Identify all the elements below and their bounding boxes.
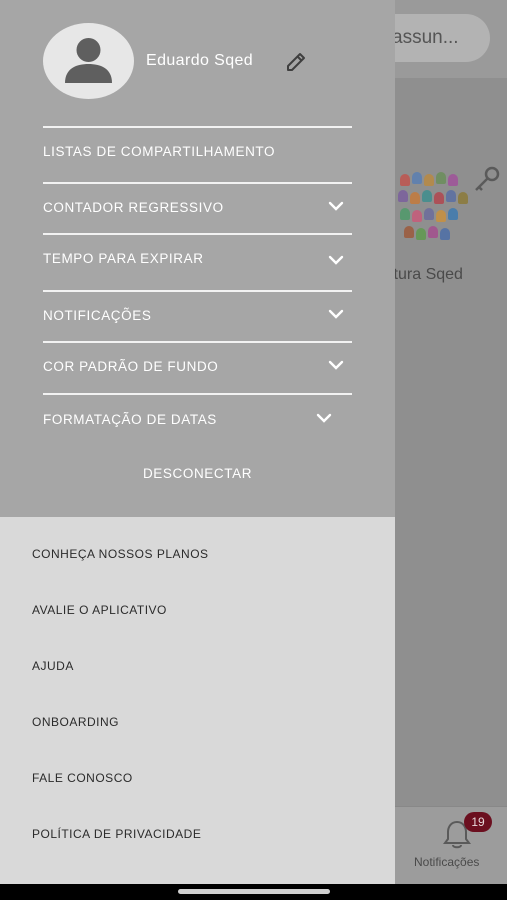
link-onboarding[interactable]: ONBOARDING [32, 715, 119, 729]
user-name: Eduardo Sqed [146, 52, 254, 69]
menu-item-date-formatting[interactable]: FORMATAÇÃO DE DATAS [43, 395, 352, 445]
user-silhouette-icon [65, 38, 112, 83]
link-contact-us[interactable]: FALE CONOSCO [32, 771, 133, 785]
menu-item-expiration-time[interactable]: TEMPO PARA EXPIRAR [43, 234, 352, 284]
chevron-down-icon[interactable] [328, 359, 344, 371]
menu-item-default-background-color[interactable]: COR PADRÃO DE FUNDO [43, 342, 352, 392]
notification-count-badge: 19 [464, 812, 492, 832]
menu-item-sharing-lists[interactable]: LISTAS DE COMPARTILHAMENTO [43, 127, 352, 177]
link-plans[interactable]: CONHEÇA NOSSOS PLANOS [32, 547, 209, 561]
menu-item-label: CONTADOR REGRESSIVO [43, 200, 224, 215]
avatar[interactable] [43, 23, 134, 99]
link-privacy-policy[interactable]: POLÍTICA DE PRIVACIDADE [32, 827, 201, 841]
chevron-down-icon[interactable] [328, 200, 344, 212]
chevron-down-icon[interactable] [328, 308, 344, 320]
chevron-down-icon[interactable] [328, 254, 344, 266]
background-card-image[interactable] [396, 168, 468, 254]
pencil-icon[interactable] [284, 50, 308, 74]
link-help[interactable]: AJUDA [32, 659, 74, 673]
background-card-title[interactable]: ltura Sqed [390, 266, 507, 284]
menu-item-label: COR PADRÃO DE FUNDO [43, 359, 219, 374]
side-drawer: Eduardo Sqed LISTAS DE COMPARTILHAMENTO … [0, 0, 395, 884]
chevron-down-icon[interactable] [316, 412, 332, 424]
key-icon[interactable] [472, 164, 502, 194]
menu-item-label: TEMPO PARA EXPIRAR [43, 251, 204, 266]
link-rate-app[interactable]: AVALIE O APLICATIVO [32, 603, 167, 617]
drawer-settings-section: Eduardo Sqed LISTAS DE COMPARTILHAMENTO … [0, 0, 395, 517]
logout-button[interactable]: DESCONECTAR [0, 466, 395, 481]
menu-item-label: FORMATAÇÃO DE DATAS [43, 412, 217, 427]
menu-item-countdown[interactable]: CONTADOR REGRESSIVO [43, 183, 352, 233]
home-indicator[interactable] [178, 889, 330, 894]
menu-item-label: LISTAS DE COMPARTILHAMENTO [43, 144, 276, 159]
menu-item-label: NOTIFICAÇÕES [43, 308, 152, 323]
tab-notifications-label[interactable]: Notificações [414, 855, 479, 869]
menu-item-notifications[interactable]: NOTIFICAÇÕES [43, 291, 352, 341]
